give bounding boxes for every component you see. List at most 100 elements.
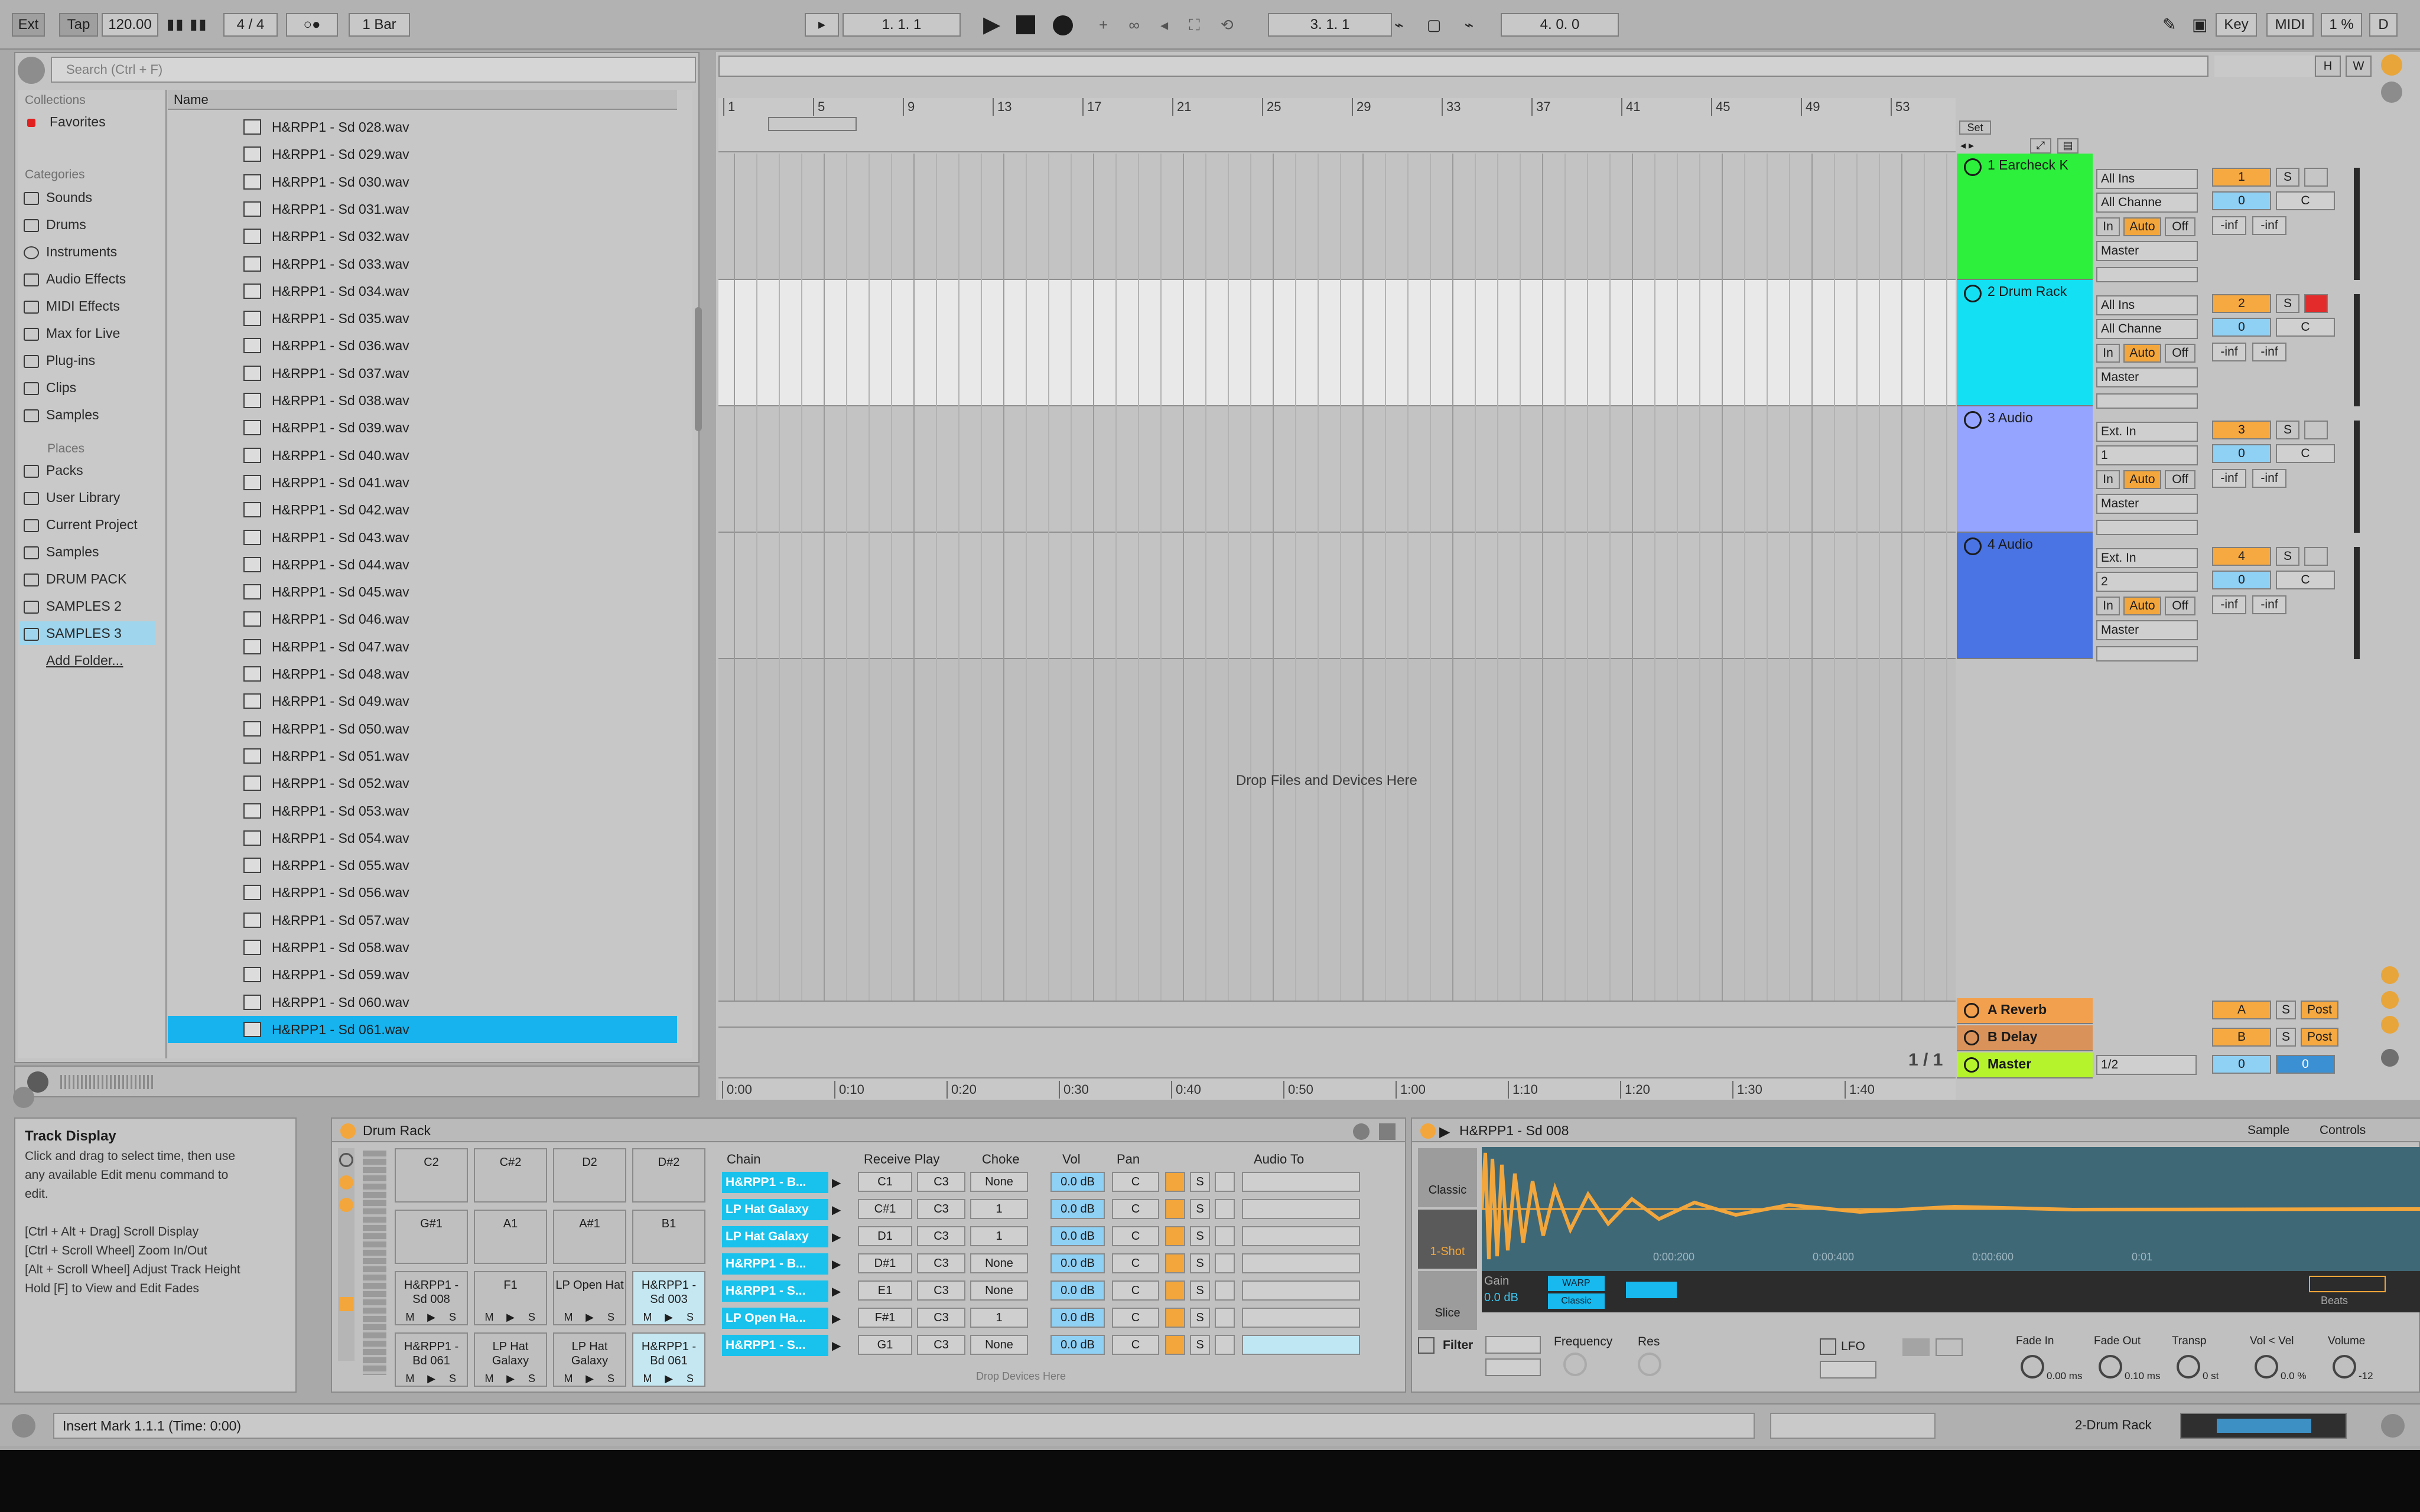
output-select[interactable]: Master: [2096, 620, 2198, 640]
track-lanes[interactable]: [718, 154, 1956, 1051]
audio-to-select[interactable]: [1242, 1280, 1360, 1301]
loop-brace[interactable]: [768, 117, 857, 131]
output-channel-select[interactable]: [2096, 646, 2198, 662]
file-row[interactable]: H&RPP1 - Sd 036.wav: [168, 332, 677, 359]
pad-control-button[interactable]: M: [399, 1310, 421, 1324]
detail-view-toggle-icon[interactable]: [2381, 1414, 2405, 1438]
file-row[interactable]: H&RPP1 - Sd 039.wav: [168, 414, 677, 441]
choke-select[interactable]: None: [970, 1280, 1028, 1301]
track-volume[interactable]: 0: [2212, 571, 2271, 589]
chain-volume[interactable]: 0.0 dB: [1050, 1335, 1105, 1355]
audio-to-select[interactable]: [1242, 1226, 1360, 1246]
chain-solo[interactable]: S: [1190, 1226, 1210, 1246]
drum-pad[interactable]: B1: [632, 1210, 705, 1264]
chain-hotswap[interactable]: [1215, 1226, 1235, 1246]
pad-control-button[interactable]: S: [600, 1371, 622, 1386]
file-row[interactable]: H&RPP1 - Sd 058.wav: [168, 934, 677, 961]
choke-select[interactable]: None: [970, 1253, 1028, 1273]
browser-search-input[interactable]: Search (Ctrl + F): [51, 57, 696, 83]
envelope-knob[interactable]: [2099, 1355, 2122, 1379]
send-a-value[interactable]: -inf: [2212, 595, 2246, 614]
chain-play-icon[interactable]: ▶: [832, 1203, 841, 1217]
frequency-knob[interactable]: [1563, 1353, 1587, 1376]
mixer-toggle-icon[interactable]: [2381, 1049, 2399, 1067]
drum-pad[interactable]: G#1: [395, 1210, 468, 1264]
chain-activator[interactable]: [1165, 1335, 1185, 1355]
chain-pan[interactable]: C: [1112, 1280, 1159, 1301]
track-fold-icon[interactable]: [1964, 537, 1982, 555]
drum-pad[interactable]: H&RPP1 - Bd 061 M ▶ S: [395, 1332, 468, 1387]
drum-pad[interactable]: D2: [553, 1148, 626, 1203]
input-type-select[interactable]: All Ins: [2096, 169, 2198, 189]
chain-activator[interactable]: [1165, 1172, 1185, 1192]
send-a-value[interactable]: -inf: [2212, 343, 2246, 361]
chain-activator[interactable]: [1165, 1308, 1185, 1328]
lfo-hz-button[interactable]: [1902, 1338, 1930, 1356]
track-fold-icon[interactable]: [1964, 285, 1982, 302]
sidebar-item-packs[interactable]: Packs: [24, 458, 83, 482]
pad-control-button[interactable]: ▶: [500, 1371, 521, 1386]
pad-control-button[interactable]: S: [679, 1310, 701, 1324]
sidebar-item-current-project[interactable]: Current Project: [24, 513, 138, 536]
filter-type-select[interactable]: [1485, 1336, 1541, 1354]
master-volume[interactable]: 0: [2212, 1055, 2271, 1074]
device-on-icon[interactable]: [340, 1123, 356, 1139]
drum-pad[interactable]: H&RPP1 - Bd 061 M ▶ S: [632, 1332, 705, 1387]
device-on-icon[interactable]: [1420, 1123, 1436, 1139]
browser-toggle-icon[interactable]: [18, 57, 45, 84]
chain-row[interactable]: LP Open Ha... ▶ F#1 C3 1 0.0 dB C S: [722, 1305, 1396, 1331]
drum-pad[interactable]: LP Hat Galaxy M ▶ S: [553, 1332, 626, 1387]
audio-to-select[interactable]: [1242, 1253, 1360, 1273]
metronome-button[interactable]: ○●: [286, 13, 338, 37]
file-row[interactable]: H&RPP1 - Sd 037.wav: [168, 360, 677, 387]
arm-button[interactable]: [2304, 421, 2328, 439]
mode-slice-button[interactable]: Slice: [1418, 1271, 1477, 1330]
pad-control-button[interactable]: M: [399, 1371, 421, 1386]
monitor-auto-button[interactable]: Auto: [2123, 470, 2161, 489]
show-pads-icon[interactable]: [339, 1297, 353, 1311]
pad-control-button[interactable]: ▶: [500, 1310, 521, 1324]
chain-name[interactable]: H&RPP1 - B...: [722, 1172, 828, 1193]
quantization-select[interactable]: 1 Bar: [349, 13, 410, 37]
sidebar-item-sounds[interactable]: Sounds: [24, 185, 92, 209]
chain-name[interactable]: H&RPP1 - S...: [722, 1280, 828, 1302]
chain-activator[interactable]: [1165, 1199, 1185, 1219]
track-header[interactable]: 4 Audio: [1957, 533, 2093, 659]
arm-button[interactable]: [2304, 294, 2328, 313]
file-row[interactable]: H&RPP1 - Sd 041.wav: [168, 469, 677, 496]
sidebar-item-samples-3[interactable]: SAMPLES 3: [20, 621, 156, 645]
chain-pan[interactable]: C: [1112, 1199, 1159, 1219]
chain-pan[interactable]: C: [1112, 1335, 1159, 1355]
envelope-knob[interactable]: [2333, 1355, 2356, 1379]
expand-icon[interactable]: ⤢: [2030, 138, 2051, 154]
envelope-knob[interactable]: [2021, 1355, 2044, 1379]
beat-ruler[interactable]: 1 5 9 13 17 21 25 29 33 37 41 45 49 53: [718, 98, 1956, 152]
send-a-value[interactable]: -inf: [2212, 216, 2246, 235]
w-button[interactable]: W: [2346, 56, 2372, 77]
chain-name[interactable]: LP Hat Galaxy: [722, 1226, 828, 1247]
file-row[interactable]: H&RPP1 - Sd 042.wav: [168, 496, 677, 523]
choke-select[interactable]: None: [970, 1335, 1028, 1355]
play-note-select[interactable]: C3: [917, 1226, 965, 1246]
track-volume[interactable]: 0: [2212, 444, 2271, 463]
drum-pad[interactable]: D#2: [632, 1148, 705, 1203]
input-channel-select[interactable]: 2: [2096, 572, 2198, 592]
chain-pan[interactable]: C: [1112, 1308, 1159, 1328]
device-menu-icon[interactable]: [1379, 1123, 1396, 1140]
info-view-toggle-icon[interactable]: [13, 1087, 34, 1108]
envelope-knob[interactable]: [2255, 1355, 2278, 1379]
nav-arrows-icon[interactable]: ◂ ▸: [1960, 139, 1996, 152]
monitor-off-button[interactable]: Off: [2165, 344, 2195, 363]
track-volume[interactable]: 0: [2212, 191, 2271, 210]
sidebar-item-favorites[interactable]: Favorites: [24, 110, 106, 133]
return-track-b-header[interactable]: B Delay: [1957, 1025, 2093, 1051]
track-activator[interactable]: B: [2212, 1028, 2271, 1047]
chain-hotswap[interactable]: [1215, 1335, 1235, 1355]
sidebar-item-instruments[interactable]: Instruments: [24, 240, 117, 263]
resonance-knob[interactable]: [1638, 1353, 1661, 1376]
chain-row[interactable]: H&RPP1 - S... ▶ G1 C3 None 0.0 dB C S: [722, 1332, 1396, 1358]
file-row[interactable]: H&RPP1 - Sd 029.wav: [168, 141, 677, 168]
status-toggle-icon[interactable]: [12, 1414, 35, 1438]
drum-pad[interactable]: F1 M ▶ S: [474, 1271, 547, 1325]
chain-hotswap[interactable]: [1215, 1253, 1235, 1273]
